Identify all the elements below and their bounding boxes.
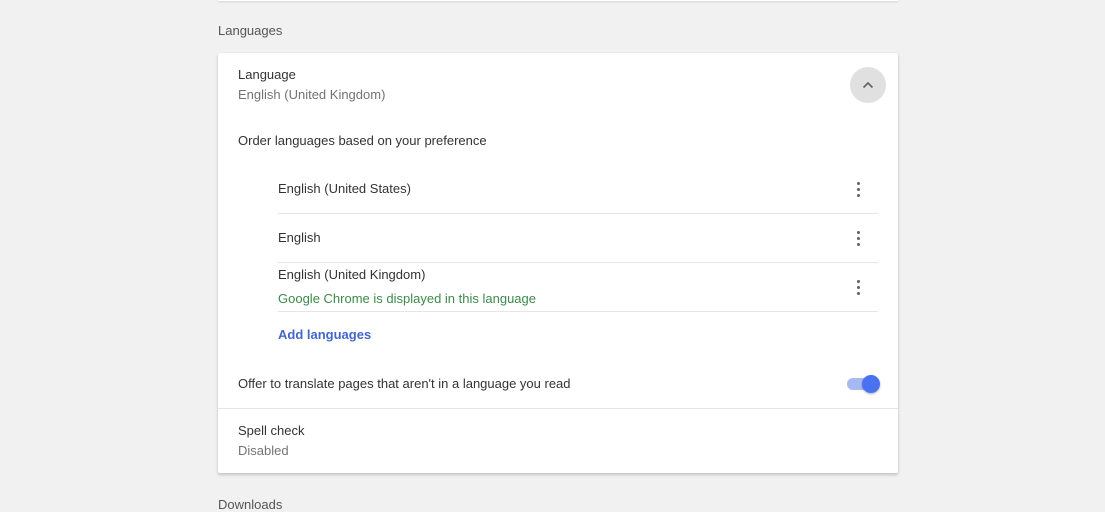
- language-list-item: English: [278, 213, 878, 263]
- translate-toggle[interactable]: [846, 375, 880, 393]
- languages-section-heading: Languages: [218, 23, 283, 38]
- collapse-language-button[interactable]: [850, 67, 886, 103]
- spell-check-title[interactable]: Spell check: [238, 423, 304, 438]
- downloads-section-heading: Downloads: [218, 497, 283, 512]
- more-vert-icon[interactable]: [850, 275, 866, 299]
- divider: [218, 408, 898, 409]
- language-title: Language: [238, 67, 296, 82]
- language-list-item: English (United States): [278, 164, 878, 214]
- order-languages-hint: Order languages based on your preference: [238, 133, 487, 148]
- previous-section-card: [218, 0, 898, 1]
- language-list-item: English (United Kingdom) Google Chrome i…: [278, 262, 878, 312]
- language-name: English (United States): [278, 181, 411, 196]
- more-vert-icon[interactable]: [850, 226, 866, 250]
- more-vert-icon[interactable]: [850, 177, 866, 201]
- language-name: English (United Kingdom): [278, 267, 426, 282]
- display-language-note: Google Chrome is displayed in this langu…: [278, 291, 536, 306]
- language-name: English: [278, 230, 321, 245]
- translate-offer-label: Offer to translate pages that aren't in …: [238, 376, 571, 391]
- languages-card: Language English (United Kingdom) Order …: [218, 53, 898, 473]
- current-language: English (United Kingdom): [238, 87, 386, 102]
- toggle-knob: [862, 375, 880, 393]
- spell-check-status: Disabled: [238, 443, 289, 458]
- add-languages-link[interactable]: Add languages: [278, 327, 371, 342]
- chevron-up-icon: [862, 81, 874, 89]
